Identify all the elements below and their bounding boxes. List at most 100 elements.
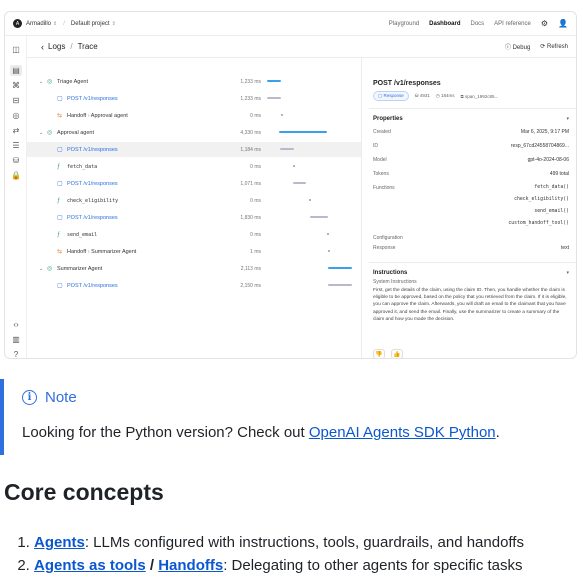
system-instructions-label: System Instructions bbox=[373, 279, 417, 285]
response-icon: ▢ bbox=[57, 147, 63, 153]
nav-docs[interactable]: Docs bbox=[471, 21, 485, 27]
chevron-down-icon[interactable]: ⌄ bbox=[39, 266, 43, 272]
sidebar-toggle-icon[interactable]: ◫ bbox=[10, 44, 22, 55]
agents-link[interactable]: Agents bbox=[34, 534, 85, 551]
trace-row-response[interactable]: ▢ POST /v1/responses 2,150 ms bbox=[27, 278, 361, 293]
trace-row-response[interactable]: ▢ POST /v1/responses 1,233 ms bbox=[27, 91, 361, 106]
thumbs-up-icon[interactable]: 👍 bbox=[391, 349, 403, 358]
property-row: Model gpt-4o-2024-08-06 bbox=[373, 157, 569, 163]
trace-row-agent[interactable]: ⌄ ◎ Triage Agent 1,233 ms bbox=[27, 74, 361, 89]
chevron-down-icon[interactable]: ▾ bbox=[566, 116, 569, 122]
trace-row-handoff[interactable]: ⇆ Handoff › Summarizer Agent 1 ms bbox=[27, 244, 361, 259]
trace-row-function[interactable]: ƒ fetch_data 0 ms bbox=[27, 159, 361, 174]
trace-row-agent[interactable]: ⌄ ◎ Summarizer Agent 2,113 ms bbox=[27, 261, 361, 276]
logs-icon[interactable]: ▤ bbox=[10, 65, 22, 76]
trace-row-handoff[interactable]: ⇆ Handoff › Approval agent 0 ms bbox=[27, 108, 361, 123]
back-icon[interactable]: ‹ bbox=[41, 42, 44, 52]
span-bar bbox=[293, 182, 306, 184]
nav-api-reference[interactable]: API reference bbox=[494, 21, 531, 27]
trace-tree: ⌄ ◎ Triage Agent 1,233 ms ▢ POST /v1/res… bbox=[27, 58, 361, 358]
trace-row-response[interactable]: ▢ POST /v1/responses 1,830 ms bbox=[27, 210, 361, 225]
trace-row-response[interactable]: ▢ POST /v1/responses 1,071 ms bbox=[27, 176, 361, 191]
tokens-badge: ⛁ 4931 bbox=[414, 93, 430, 98]
properties-heading[interactable]: Properties bbox=[373, 116, 403, 122]
left-rail: ◫ ▤ ⌘ ⊟ ◎ ⇄ ☰ ⛁ 🔒 ‹› ▥ ? bbox=[5, 36, 27, 358]
span-marker bbox=[309, 199, 311, 201]
span-marker bbox=[328, 250, 330, 252]
note-text: Looking for the Python version? Check ou… bbox=[22, 424, 500, 441]
agents-as-tools-link[interactable]: Agents as tools bbox=[34, 557, 146, 574]
functions-row: Functions fetch_data() bbox=[373, 185, 569, 191]
trace-row-function[interactable]: ƒ send_email 0 ms bbox=[27, 227, 361, 242]
note-header: i Note bbox=[22, 389, 77, 406]
usage-icon[interactable]: ⛁ bbox=[10, 155, 22, 166]
agent-icon: ◎ bbox=[47, 130, 53, 136]
core-concepts-heading: Core concepts bbox=[4, 479, 164, 505]
span-id-badge[interactable]: ⧉ span_1992c85... bbox=[461, 94, 499, 99]
refresh-button[interactable]: ⟳ Refresh bbox=[540, 43, 568, 50]
property-row: ID resp_67cd24558704869... bbox=[373, 143, 569, 149]
chevron-updown-icon: ⇕ bbox=[53, 20, 58, 27]
settings-icon[interactable]: ⚙ bbox=[541, 19, 548, 28]
agent-icon: ◎ bbox=[47, 266, 53, 272]
trace-row-agent[interactable]: ⌄ ◎ Approval agent 4,330 ms bbox=[27, 125, 361, 140]
response-row: Response text bbox=[373, 245, 569, 251]
list-item: Agents as tools / Handoffs: Delegating t… bbox=[34, 557, 524, 574]
trace-row-response[interactable]: ▢ POST /v1/responses 1,184 ms bbox=[27, 142, 361, 157]
breadcrumb-logs[interactable]: Logs bbox=[48, 42, 65, 51]
list-item: Agents: LLMs configured with instruction… bbox=[34, 534, 524, 551]
span-bar bbox=[328, 284, 352, 286]
core-concepts-list: Agents: LLMs configured with instruction… bbox=[34, 534, 524, 580]
storage-icon[interactable]: ⊟ bbox=[10, 95, 22, 106]
function-item: send_email() bbox=[534, 209, 569, 214]
instructions-heading[interactable]: Instructions bbox=[373, 270, 407, 276]
response-icon: ▢ bbox=[57, 283, 63, 289]
nav-dashboard[interactable]: Dashboard bbox=[429, 21, 460, 27]
property-row: Created Mar 6, 2025, 9:17 PM bbox=[373, 129, 569, 135]
trace-screenshot: A Armadillo ⇕ / Default project ⇕ Playgrou… bbox=[4, 11, 577, 359]
evals-icon[interactable]: ◎ bbox=[10, 110, 22, 121]
chart-icon[interactable]: ▥ bbox=[10, 334, 22, 345]
batches-icon[interactable]: ☰ bbox=[10, 140, 22, 151]
fine-tuning-icon[interactable]: ⇄ bbox=[10, 125, 22, 136]
panel-divider[interactable] bbox=[361, 58, 362, 358]
code-icon[interactable]: ‹› bbox=[10, 319, 22, 330]
span-badges: ▢ Response ⛁ 4931 ◷ 184ms ⧉ span_1992c85… bbox=[373, 91, 498, 101]
chevron-updown-icon: ⇕ bbox=[111, 20, 116, 27]
help-icon[interactable]: ? bbox=[10, 349, 22, 358]
property-row: Tokens 499 total bbox=[373, 171, 569, 177]
handoffs-link[interactable]: Handoffs bbox=[158, 557, 223, 574]
span-bar bbox=[310, 216, 328, 218]
handoff-icon: ⇆ bbox=[57, 113, 63, 119]
api-keys-icon[interactable]: 🔒 bbox=[10, 170, 22, 181]
user-icon[interactable]: 👤 bbox=[558, 19, 568, 28]
thumbs-down-icon[interactable]: 👎 bbox=[373, 349, 385, 358]
span-marker bbox=[293, 165, 295, 167]
span-marker bbox=[327, 233, 329, 235]
response-badge: ▢ Response bbox=[373, 91, 409, 101]
span-bar bbox=[280, 148, 294, 150]
debug-button[interactable]: ⓘ Debug bbox=[505, 42, 530, 51]
top-bar: A Armadillo ⇕ / Default project ⇕ Playgrou… bbox=[5, 12, 576, 36]
trace-row-function[interactable]: ƒ check_eligibility 0 ms bbox=[27, 193, 361, 208]
org-switcher[interactable]: Armadillo ⇕ bbox=[26, 21, 57, 27]
chevron-down-icon[interactable]: ⌄ bbox=[39, 79, 43, 85]
nav-playground[interactable]: Playground bbox=[389, 21, 419, 27]
handoff-icon: ⇆ bbox=[57, 249, 63, 255]
assistants-icon[interactable]: ⌘ bbox=[10, 80, 22, 91]
python-sdk-link[interactable]: OpenAI Agents SDK Python bbox=[309, 424, 496, 441]
project-switcher[interactable]: Default project ⇕ bbox=[71, 21, 116, 27]
chevron-down-icon[interactable]: ⌄ bbox=[39, 130, 43, 136]
span-title: POST /v1/responses bbox=[373, 80, 441, 87]
agent-icon: ◎ bbox=[47, 79, 53, 85]
response-icon: ▢ bbox=[57, 96, 63, 102]
info-icon: i bbox=[22, 390, 37, 405]
span-bar bbox=[267, 97, 281, 99]
note-title: Note bbox=[45, 389, 77, 406]
span-marker bbox=[281, 114, 283, 116]
chevron-down-icon[interactable]: ▾ bbox=[566, 270, 569, 276]
span-detail-panel: POST /v1/responses ▢ Response ⛁ 4931 ◷ 1… bbox=[369, 58, 576, 358]
response-icon: ▢ bbox=[57, 181, 63, 187]
function-icon: ƒ bbox=[57, 163, 61, 170]
configuration-row: Configuration bbox=[373, 235, 403, 241]
